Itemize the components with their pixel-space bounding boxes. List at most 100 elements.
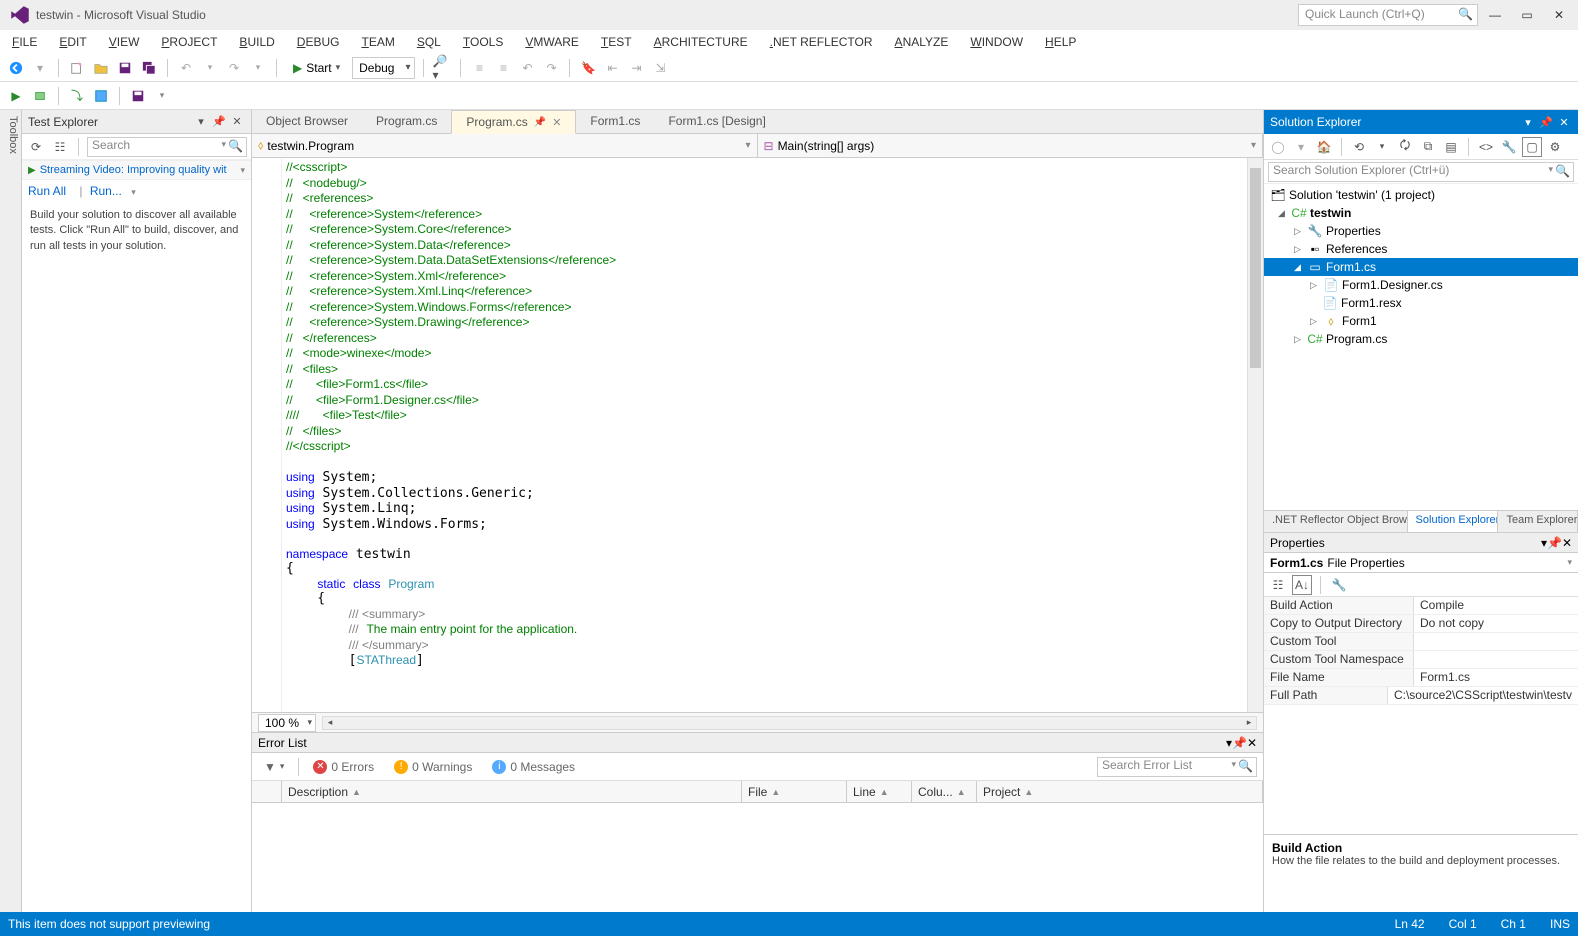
quick-launch-input[interactable]: Quick Launch (Ctrl+Q) 🔍	[1298, 4, 1478, 26]
expand-icon[interactable]: ▷	[1310, 280, 1320, 291]
nav-member-combo[interactable]: ⊟ Main(string[] args)	[758, 134, 1264, 157]
properties-node[interactable]: ▷ 🔧 Properties	[1264, 222, 1578, 240]
doc-tab[interactable]: Program.cs 📌 ✕	[451, 110, 576, 134]
menu-analyze[interactable]: ANALYZE	[887, 33, 957, 51]
menu-architecture[interactable]: ARCHITECTURE	[646, 33, 756, 51]
se-pin-button[interactable]: 📌	[1538, 114, 1554, 130]
form1-resx-node[interactable]: 📄 Form1.resx	[1264, 294, 1578, 312]
nav-class-combo[interactable]: ⬨ testwin.Program	[252, 134, 758, 157]
menu-help[interactable]: HELP	[1037, 33, 1084, 51]
se-dropdown-button[interactable]: ▾	[1520, 114, 1536, 130]
menu-sql[interactable]: SQL	[409, 33, 449, 51]
se-preview-button[interactable]: ▢	[1522, 137, 1542, 157]
error-col-icon[interactable]	[252, 781, 282, 802]
hscroll-left-button[interactable]: ◂	[323, 717, 337, 729]
alphabetical-button[interactable]: A↓	[1292, 575, 1312, 595]
undo-dropdown[interactable]: ▾	[200, 58, 220, 78]
pin-icon[interactable]: 📌	[534, 117, 546, 128]
property-value[interactable]: Compile	[1414, 597, 1578, 614]
panel-tab[interactable]: Team Explorer	[1498, 511, 1578, 532]
categorized-button[interactable]: ☷	[1268, 575, 1288, 595]
zoom-combo[interactable]: 100 %	[258, 714, 316, 732]
panel-dropdown-button[interactable]: ▾	[193, 114, 209, 130]
save-button[interactable]	[115, 58, 135, 78]
next-bookmark-button[interactable]: ⇥	[626, 58, 646, 78]
solution-search-input[interactable]: Search Solution Explorer (Ctrl+ü) 🔍 ▾	[1268, 162, 1574, 182]
doc-tab[interactable]: Object Browser	[252, 109, 362, 133]
menu-build[interactable]: BUILD	[231, 33, 282, 51]
references-node[interactable]: ▷ ▪▫ References	[1264, 240, 1578, 258]
menu-window[interactable]: WINDOW	[962, 33, 1031, 51]
form1-designer-node[interactable]: ▷ 📄 Form1.Designer.cs	[1264, 276, 1578, 294]
props-pages-button[interactable]: 🔧	[1329, 575, 1349, 595]
menu-debug[interactable]: DEBUG	[289, 33, 348, 51]
save2-button[interactable]	[128, 86, 148, 106]
property-row[interactable]: Build ActionCompile	[1264, 597, 1578, 615]
menu-team[interactable]: TEAM	[353, 33, 402, 51]
overflow-button[interactable]: ▾	[152, 86, 172, 106]
solution-node[interactable]: 🗂 Solution 'testwin' (1 project)	[1264, 186, 1578, 204]
navigate-back-button[interactable]	[6, 58, 26, 78]
se-refresh-button[interactable]: 🗘	[1395, 137, 1415, 157]
menu-netreflector[interactable]: .NET REFLECTOR	[762, 33, 881, 51]
panel-tab[interactable]: .NET Reflector Object Brow...	[1264, 511, 1408, 532]
attach-button[interactable]	[30, 86, 50, 106]
run-link[interactable]: Run...	[90, 184, 122, 198]
errorlist-close-button[interactable]: ✕	[1247, 736, 1257, 750]
save-all-button[interactable]	[139, 58, 159, 78]
expand-icon[interactable]: ◢	[1294, 262, 1304, 273]
property-row[interactable]: File NameForm1.cs	[1264, 669, 1578, 687]
se-showall-button[interactable]: ▤	[1441, 137, 1461, 157]
se-close-button[interactable]: ✕	[1556, 114, 1572, 130]
open-file-button[interactable]	[91, 58, 111, 78]
property-value[interactable]: Do not copy	[1414, 615, 1578, 632]
se-collapse-button[interactable]: ⧉	[1418, 137, 1438, 157]
error-col-line[interactable]: Line ▲	[847, 781, 912, 802]
doc-tab[interactable]: Form1.cs [Design]	[654, 109, 779, 133]
errors-filter[interactable]: ✕0 Errors	[307, 758, 380, 776]
toolbox-tab[interactable]: Toolbox	[0, 110, 22, 912]
test-search-input[interactable]: Search 🔍 ▾	[87, 137, 247, 157]
property-value[interactable]	[1414, 633, 1578, 650]
menu-edit[interactable]: EDIT	[51, 33, 94, 51]
nav-back-button[interactable]: ↶	[517, 58, 537, 78]
new-project-button[interactable]	[67, 58, 87, 78]
uncomment-button[interactable]: ≡	[493, 58, 513, 78]
minimize-button[interactable]: —	[1480, 4, 1510, 26]
warnings-filter[interactable]: !0 Warnings	[388, 758, 478, 776]
streaming-video-link[interactable]: ▶ Streaming Video: Improving quality wit…	[22, 160, 251, 180]
props-close-button[interactable]: ✕	[1562, 536, 1572, 550]
redo-button[interactable]: ↷	[224, 58, 244, 78]
property-value[interactable]: Form1.cs	[1414, 669, 1578, 686]
form1-class-node[interactable]: ▷ ⬨ Form1	[1264, 312, 1578, 330]
program-node[interactable]: ▷ C# Program.cs	[1264, 330, 1578, 348]
undo-button[interactable]: ↶	[176, 58, 196, 78]
form1-node[interactable]: ◢ ▭ Form1.cs	[1264, 258, 1578, 276]
property-row[interactable]: Full PathC:\source2\CSScript\testwin\tes…	[1264, 687, 1578, 705]
bookmark-button[interactable]: 🔖	[578, 58, 598, 78]
doc-tab[interactable]: Program.cs	[362, 109, 451, 133]
panel-pin-button[interactable]: 📌	[211, 114, 227, 130]
error-search-input[interactable]: Search Error List 🔍 ▾	[1097, 757, 1257, 777]
doc-tab[interactable]: Form1.cs	[576, 109, 654, 133]
property-row[interactable]: Custom Tool Namespace	[1264, 651, 1578, 669]
menu-test[interactable]: TEST	[593, 33, 640, 51]
props-pin-button[interactable]: 📌	[1547, 536, 1562, 550]
expand-icon[interactable]: ◢	[1278, 208, 1288, 219]
menu-view[interactable]: VIEW	[101, 33, 148, 51]
expand-icon[interactable]: ▷	[1294, 226, 1304, 237]
run-all-link[interactable]: Run All	[28, 184, 66, 198]
error-col-file[interactable]: File ▲	[742, 781, 847, 802]
error-col-description[interactable]: Description ▲	[282, 781, 742, 802]
se-more-button[interactable]: ⚙	[1545, 137, 1565, 157]
se-home-button[interactable]: 🏠	[1314, 137, 1334, 157]
clear-bookmarks-button[interactable]: ⇲	[650, 58, 670, 78]
navigate-fwd-button[interactable]: ▾	[30, 58, 50, 78]
restore-button[interactable]: ▭	[1512, 4, 1542, 26]
errorlist-pin-button[interactable]: 📌	[1232, 736, 1247, 750]
property-value[interactable]	[1414, 651, 1578, 668]
prev-bookmark-button[interactable]: ⇤	[602, 58, 622, 78]
expand-icon[interactable]: ▷	[1294, 334, 1304, 345]
se-properties-button[interactable]: 🔧	[1499, 137, 1519, 157]
expand-icon[interactable]: ▷	[1294, 244, 1304, 255]
